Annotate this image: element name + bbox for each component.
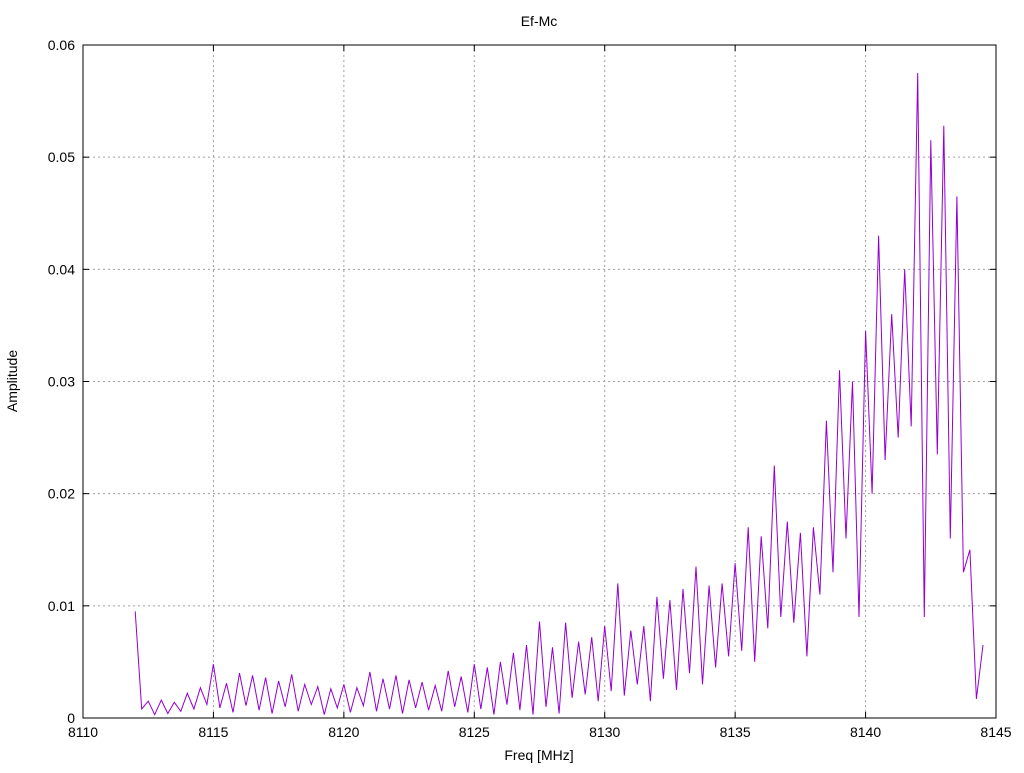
x-axis-label: Freq [MHz] — [504, 747, 573, 763]
y-tick-label: 0.06 — [48, 37, 75, 53]
x-tick-label: 8110 — [68, 724, 98, 740]
x-tick-label: 8135 — [720, 724, 751, 740]
x-tick-label: 8145 — [980, 724, 1011, 740]
y-tick-label: 0 — [67, 710, 75, 726]
x-tick-label: 8115 — [198, 724, 228, 740]
chart: 8110 8115 8120 8125 8130 8135 8140 8145 0 0.01 0.0… — [4, 13, 1012, 763]
y-tick-label: 0.04 — [48, 261, 75, 277]
y-tick-label: 0.01 — [48, 598, 75, 614]
x-tick-label: 8120 — [328, 724, 359, 740]
y-tick-label: 0.02 — [48, 486, 75, 502]
x-tick-label: 8125 — [459, 724, 490, 740]
y-tick-label: 0.03 — [48, 374, 75, 390]
ticks: 8110 8115 8120 8125 8130 8135 8140 8145 0 0.01 0.0… — [48, 37, 1012, 740]
x-tick-label: 8140 — [850, 724, 881, 740]
y-tick-label: 0.05 — [48, 149, 75, 165]
chart-title: Ef-Mc — [521, 13, 558, 29]
x-tick-label: 8130 — [589, 724, 620, 740]
y-axis-label: Amplitude — [4, 350, 20, 412]
series-line-ef-mc — [134, 72, 984, 716]
grid — [83, 45, 996, 718]
